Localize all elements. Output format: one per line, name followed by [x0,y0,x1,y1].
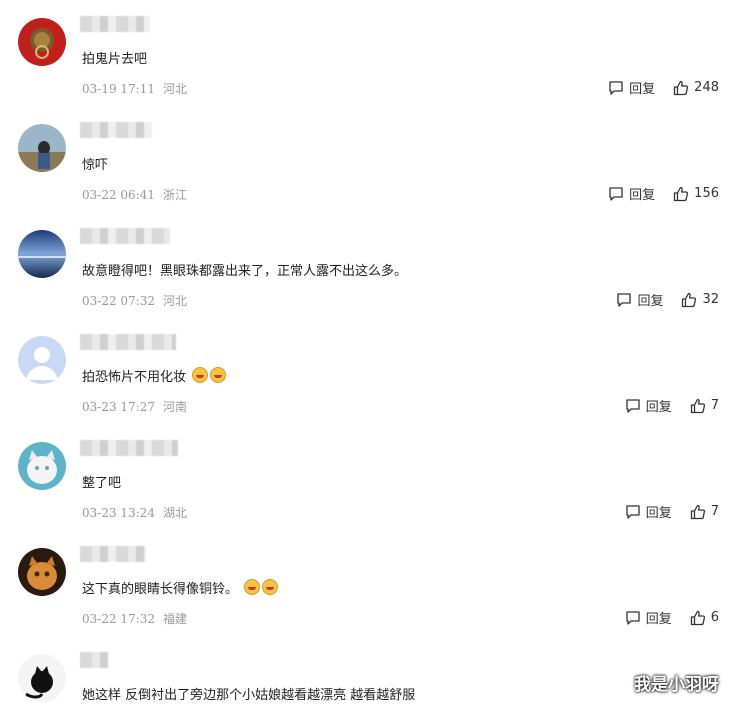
like-button[interactable]: 248 [673,80,719,96]
comment-time: 03-22 07:32 [82,294,155,308]
avatar[interactable] [18,230,66,278]
thumbs-up-icon [674,80,689,95]
like-button[interactable]: 156 [673,186,719,202]
comment-actions: 回复 156 [608,184,719,203]
comment-location: 湖北 [163,506,188,520]
like-count: 32 [702,292,719,307]
thumbs-up-icon [674,186,689,201]
avatar[interactable] [18,124,66,172]
reply-button[interactable]: 回复 [625,502,672,521]
avatar[interactable] [18,18,66,66]
comment-item: 这下真的眼睛长得像铜铃。 03-22 17:32 福建 回复 6 [0,530,731,636]
thumbs-up-icon [690,610,705,625]
like-count: 248 [694,80,719,95]
username-blurred[interactable] [80,228,170,244]
comment-text-content: 拍恐怖片不用化妆 [82,370,187,385]
comment-actions: 回复 32 [616,290,719,309]
reply-button[interactable]: 回复 [608,184,655,203]
reply-icon [626,504,640,519]
reply-label: 回复 [629,188,656,203]
comment-location: 福建 [163,612,188,626]
reply-label: 回复 [637,294,664,309]
comment-meta: 03-19 17:11 河北 [82,80,187,97]
comment-meta: 03-23 17:27 河南 [82,398,187,415]
comment-actions: 回复 248 [608,78,719,97]
comment-text: 整了吧 [82,476,122,491]
reply-button[interactable]: 回复 [625,608,672,627]
username-blurred[interactable] [80,652,108,668]
comment-item: 她这样 反倒衬出了旁边那个小姑娘越看越漂亮 越看越舒服 [0,636,731,705]
reply-icon [609,186,623,201]
username-blurred[interactable] [80,16,150,32]
comment-text: 她这样 反倒衬出了旁边那个小姑娘越看越漂亮 越看越舒服 [82,688,416,703]
comment-time: 03-22 06:41 [82,188,155,202]
laugh-emoji-icon [244,579,261,595]
comment-item: 拍恐怖片不用化妆 03-23 17:27 河南 回复 7 [0,318,731,424]
comment-text: 惊吓 [82,158,109,173]
reply-icon [626,610,640,625]
avatar[interactable] [18,442,66,490]
thumbs-up-icon [690,504,705,519]
comment-text: 这下真的眼睛长得像铜铃。 [82,578,279,597]
like-count: 7 [710,504,719,519]
username-blurred[interactable] [80,122,152,138]
reply-label: 回复 [629,82,656,97]
comment-text-content: 这下真的眼睛长得像铜铃。 [82,582,239,597]
username-blurred[interactable] [80,546,146,562]
reply-button[interactable]: 回复 [616,290,663,309]
like-count: 6 [710,610,719,625]
like-button[interactable]: 7 [690,398,719,414]
thumbs-up-icon [682,292,697,307]
avatar[interactable] [18,654,66,702]
comment-item: 故意瞪得吧！黑眼珠都露出来了，正常人露不出这么多。 03-22 07:32 河北 … [0,212,731,318]
comment-time: 03-23 17:27 [82,400,155,414]
comment-meta: 03-22 07:32 河北 [82,292,187,309]
like-button[interactable]: 6 [690,610,719,626]
comment-text: 故意瞪得吧！黑眼珠都露出来了，正常人露不出这么多。 [82,264,408,279]
comment-text: 拍鬼片去吧 [82,52,148,67]
reply-icon [609,80,623,95]
comment-item: 惊吓 03-22 06:41 浙江 回复 156 [0,106,731,212]
laugh-emoji-icon [262,579,279,595]
reply-label: 回复 [645,400,672,415]
avatar[interactable] [18,548,66,596]
avatar[interactable] [18,336,66,384]
comment-actions: 回复 7 [625,502,719,521]
comment-location: 河北 [163,294,188,308]
reply-button[interactable]: 回复 [608,78,655,97]
comment-time: 03-19 17:11 [82,82,155,96]
comment-item: 整了吧 03-23 13:24 湖北 回复 7 [0,424,731,530]
like-button[interactable]: 32 [681,292,719,308]
comment-item: 拍鬼片去吧 03-19 17:11 河北 回复 248 [0,0,731,106]
thumbs-up-icon [690,398,705,413]
username-blurred[interactable] [80,440,178,456]
reply-label: 回复 [645,506,672,521]
like-count: 156 [694,186,719,201]
comment-location: 河南 [163,400,188,414]
comment-meta: 03-22 06:41 浙江 [82,186,187,203]
reply-icon [617,292,632,307]
comment-time: 03-22 17:32 [82,612,155,626]
like-button[interactable]: 7 [690,504,719,520]
reply-icon [626,398,640,413]
laugh-emoji-icon [192,367,209,383]
comment-actions: 回复 6 [625,608,719,627]
comment-time: 03-23 13:24 [82,506,155,520]
laugh-emoji-icon [210,367,227,383]
reply-button[interactable]: 回复 [625,396,672,415]
comment-location: 河北 [163,82,188,96]
username-blurred[interactable] [80,334,176,350]
reply-label: 回复 [645,612,672,627]
comment-text: 拍恐怖片不用化妆 [82,366,227,385]
comment-actions: 回复 7 [625,396,719,415]
like-count: 7 [710,398,719,413]
comment-meta: 03-23 13:24 湖北 [82,504,187,521]
watermark: 我是小羽呀 [634,675,719,695]
comment-location: 浙江 [163,188,188,202]
comment-meta: 03-22 17:32 福建 [82,610,187,627]
